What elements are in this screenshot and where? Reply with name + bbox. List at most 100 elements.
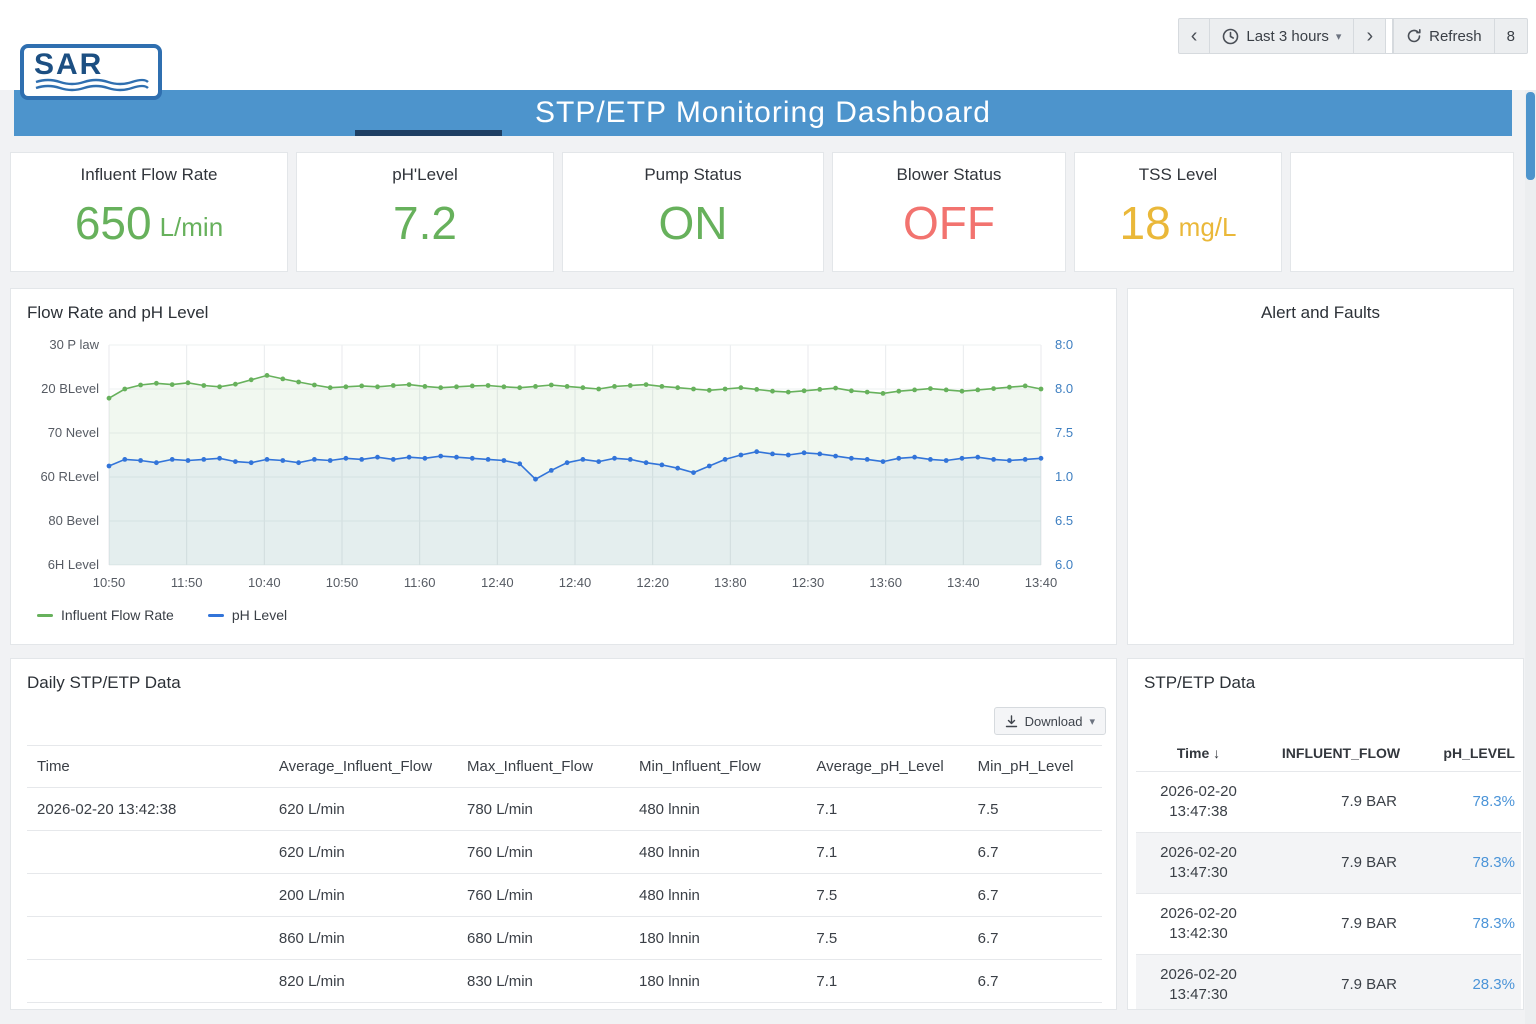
svg-text:6.5: 6.5 bbox=[1055, 513, 1073, 528]
table-cell: 7.5 bbox=[806, 917, 967, 960]
refresh-interval-button[interactable]: 8 bbox=[1494, 19, 1527, 53]
stp-ph-link[interactable]: 78.3% bbox=[1421, 771, 1521, 832]
svg-text:6H Level: 6H Level bbox=[48, 557, 99, 572]
table-cell bbox=[27, 874, 269, 917]
stp-panel-title[interactable]: STP/ETP Data bbox=[1128, 659, 1523, 693]
refresh-label: Refresh bbox=[1429, 28, 1482, 45]
time-forward-button[interactable]: › bbox=[1353, 19, 1385, 53]
stp-col-header-influent-flow[interactable]: INFLUENT_FLOW bbox=[1261, 735, 1421, 771]
refresh-button[interactable]: Refresh bbox=[1393, 19, 1494, 53]
table-cell: 620 L/min bbox=[269, 831, 457, 874]
stat-cards-row: Influent Flow Rate650L/minpH'Level7.2Pum… bbox=[10, 152, 1514, 272]
table-cell: 680 L/min bbox=[457, 917, 629, 960]
stp-ph-link[interactable]: 28.3% bbox=[1421, 954, 1521, 1010]
legend-item[interactable]: pH Level bbox=[208, 607, 287, 623]
daily-panel-title[interactable]: Daily STP/ETP Data bbox=[11, 659, 1116, 693]
svg-text:12:30: 12:30 bbox=[792, 575, 825, 590]
time-range-picker[interactable]: Last 3 hours ▾ bbox=[1209, 19, 1353, 53]
table-cell: 7.1 bbox=[806, 788, 967, 831]
table-cell: 780 L/min bbox=[457, 788, 629, 831]
legend-swatch bbox=[208, 614, 224, 617]
daily-col-header-0[interactable]: Time bbox=[27, 746, 269, 788]
svg-text:11:60: 11:60 bbox=[404, 575, 436, 590]
svg-text:30 P law: 30 P law bbox=[49, 337, 99, 352]
svg-text:60 RLevel: 60 RLevel bbox=[40, 469, 99, 484]
stat-title: TSS Level bbox=[1139, 165, 1217, 185]
toolbar-separator bbox=[1385, 19, 1393, 53]
sort-desc-icon: ↓ bbox=[1213, 745, 1220, 761]
svg-text:10:50: 10:50 bbox=[326, 575, 359, 590]
daily-col-header-4[interactable]: Average_pH_Level bbox=[806, 746, 967, 788]
svg-text:1.0: 1.0 bbox=[1055, 469, 1073, 484]
stp-time-cell: 2026-02-20 13:42:30 bbox=[1136, 893, 1261, 954]
daily-col-header-2[interactable]: Max_Influent_Flow bbox=[457, 746, 629, 788]
legend-item[interactable]: Influent Flow Rate bbox=[37, 607, 174, 623]
download-icon bbox=[1005, 715, 1018, 728]
svg-text:12:40: 12:40 bbox=[559, 575, 592, 590]
daily-col-header-3[interactable]: Min_Influent_Flow bbox=[629, 746, 806, 788]
stp-col-header-ph-level[interactable]: pH_LEVEL bbox=[1421, 735, 1521, 771]
svg-text:7.5: 7.5 bbox=[1055, 425, 1073, 440]
refresh-interval-value: 8 bbox=[1507, 28, 1515, 45]
stp-ph-link[interactable]: 78.3% bbox=[1421, 893, 1521, 954]
page-title: STP/ETP Monitoring Dashboard bbox=[535, 96, 991, 130]
svg-text:10:50: 10:50 bbox=[93, 575, 126, 590]
chart-panel-title[interactable]: Flow Rate and pH Level bbox=[11, 289, 1116, 323]
stp-flow-cell: 7.9 BAR bbox=[1261, 771, 1421, 832]
table-row: 620 L/min760 L/min480 lnnin7.16.7 bbox=[27, 831, 1102, 874]
table-cell: 180 lnnin bbox=[629, 917, 806, 960]
table-cell: 820 L/min bbox=[269, 960, 457, 1003]
daily-col-header-5[interactable]: Min_pH_Level bbox=[968, 746, 1102, 788]
stat-card-4: TSS Level18mg/L bbox=[1074, 152, 1282, 272]
stat-value: OFF bbox=[903, 196, 995, 250]
table-cell: 6.7 bbox=[968, 831, 1102, 874]
stp-time-cell: 2026-02-20 13:47:30 bbox=[1136, 954, 1261, 1010]
stp-flow-cell: 7.9 BAR bbox=[1261, 893, 1421, 954]
table-cell bbox=[27, 917, 269, 960]
table-cell bbox=[27, 960, 269, 1003]
table-cell: 7.1 bbox=[806, 960, 967, 1003]
stp-data-panel: STP/ETP Data Time ↓INFLUENT_FLOWpH_LEVEL… bbox=[1127, 658, 1524, 1010]
scrollbar-thumb[interactable] bbox=[1526, 92, 1535, 180]
svg-text:13:40: 13:40 bbox=[1025, 575, 1058, 590]
stat-title: Pump Status bbox=[644, 165, 741, 185]
daily-data-panel: Daily STP/ETP Data Download ▾ TimeAverag… bbox=[10, 658, 1117, 1010]
header-accent-bar bbox=[355, 130, 502, 136]
table-cell: 830 L/min bbox=[457, 960, 629, 1003]
logo-waves-icon bbox=[34, 78, 150, 92]
table-cell: 6.7 bbox=[968, 960, 1102, 1003]
table-row: 820 L/min830 L/min180 lnnin7.16.7 bbox=[27, 960, 1102, 1003]
table-cell: 480 lnnin bbox=[629, 788, 806, 831]
stp-time-cell: 2026-02-20 13:47:38 bbox=[1136, 771, 1261, 832]
table-row: 2026-02-20 13:47:307.9 BAR28.3% bbox=[1136, 954, 1521, 1010]
svg-text:70 Nevel: 70 Nevel bbox=[48, 425, 99, 440]
svg-text:80 Bevel: 80 Bevel bbox=[48, 513, 99, 528]
download-button[interactable]: Download ▾ bbox=[994, 707, 1106, 735]
stat-value: 650 bbox=[75, 196, 152, 250]
legend-label: Influent Flow Rate bbox=[61, 607, 174, 623]
time-controls-toolbar: ‹ Last 3 hours ▾ › Refresh 8 bbox=[1178, 18, 1528, 54]
table-row: 2026-02-20 13:42:307.9 BAR78.3% bbox=[1136, 893, 1521, 954]
chevron-right-icon: › bbox=[1366, 26, 1373, 46]
svg-text:12:20: 12:20 bbox=[636, 575, 669, 590]
stp-flow-cell: 7.9 BAR bbox=[1261, 954, 1421, 1010]
daily-col-header-1[interactable]: Average_Influent_Flow bbox=[269, 746, 457, 788]
stat-unit: mg/L bbox=[1179, 212, 1237, 243]
stp-ph-link[interactable]: 78.3% bbox=[1421, 832, 1521, 893]
stp-col-header-time[interactable]: Time ↓ bbox=[1136, 735, 1261, 771]
time-range-label: Last 3 hours bbox=[1246, 28, 1329, 45]
stp-time-cell: 2026-02-20 13:47:30 bbox=[1136, 832, 1261, 893]
table-row: 860 L/min680 L/min180 lnnin7.56.7 bbox=[27, 917, 1102, 960]
svg-text:11:50: 11:50 bbox=[171, 575, 203, 590]
table-cell: 860 L/min bbox=[269, 917, 457, 960]
legend-label: pH Level bbox=[232, 607, 287, 623]
time-back-button[interactable]: ‹ bbox=[1179, 19, 1210, 53]
svg-text:10:40: 10:40 bbox=[248, 575, 281, 590]
daily-data-table: TimeAverage_Influent_FlowMax_Influent_Fl… bbox=[27, 745, 1102, 1003]
chevron-down-icon: ▾ bbox=[1336, 30, 1342, 43]
stat-card-0: Influent Flow Rate650L/min bbox=[10, 152, 288, 272]
stat-value: 7.2 bbox=[393, 196, 457, 250]
svg-text:20 BLevel: 20 BLevel bbox=[41, 381, 99, 396]
alerts-panel-title[interactable]: Alert and Faults bbox=[1128, 289, 1513, 323]
flow-ph-chart-panel: Flow Rate and pH Level 30 P law 20 BLevel… bbox=[10, 288, 1117, 645]
